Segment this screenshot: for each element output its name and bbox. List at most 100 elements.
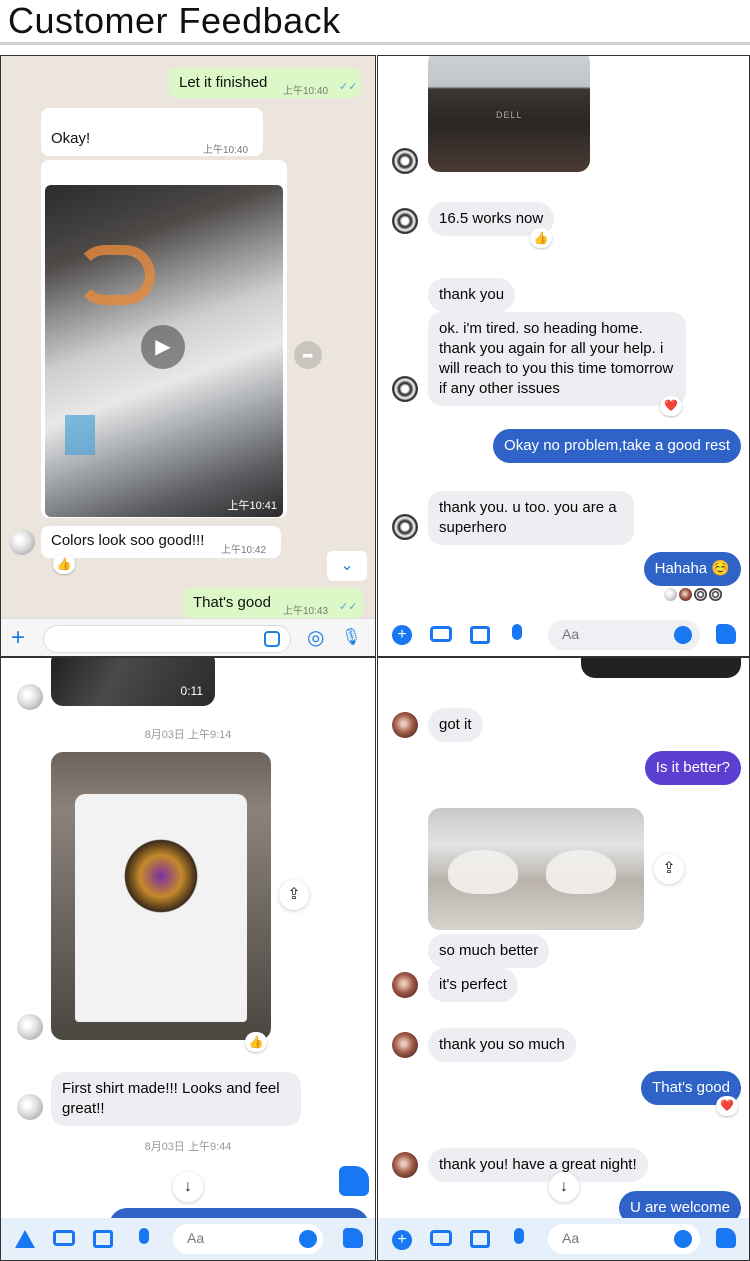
message-bubble-outgoing: Let it finished	[169, 68, 361, 98]
play-icon[interactable]: ▶	[141, 325, 185, 369]
video-message[interactable]: ▶ 上午10:41	[41, 160, 287, 518]
message-text: Colors look soo good!!!	[51, 532, 205, 549]
mic-icon[interactable]	[139, 1228, 149, 1244]
message-text: thank you	[439, 286, 505, 303]
message-text: so much better	[439, 942, 539, 959]
message-input[interactable]	[43, 625, 291, 653]
scroll-down-icon[interactable]: ↓	[173, 1172, 203, 1202]
message-text: it's perfect	[439, 976, 507, 993]
camera-icon[interactable]	[430, 626, 452, 642]
contact-avatar	[17, 1094, 43, 1120]
page-title: Customer Feedback	[8, 0, 341, 41]
read-receipts	[664, 588, 734, 602]
shirt-print	[119, 834, 203, 918]
thumbs-up-reaction-icon: 👍	[245, 1032, 267, 1052]
message-bubble-outgoing: Hahaha ☺️	[643, 552, 741, 586]
tshirt-photo[interactable]	[51, 752, 271, 1040]
camera-icon[interactable]	[430, 1230, 452, 1246]
message-bubble-incoming: thank you so much	[428, 1028, 576, 1062]
mic-icon[interactable]: 🎙	[341, 628, 361, 648]
message-text: thank you. u too. you are a superhero	[439, 499, 617, 536]
seen-avatar	[709, 588, 722, 601]
read-ticks-icon: ✓✓	[339, 601, 358, 613]
print-design	[448, 850, 518, 894]
contact-avatar	[392, 376, 418, 402]
thumbs-up-icon[interactable]	[343, 1228, 363, 1248]
video-duration: 0:11	[180, 684, 203, 698]
message-bubble-outgoing: Is it better?	[644, 751, 741, 785]
composer-bar: + Aa	[378, 616, 749, 656]
message-text: Is it better?	[655, 759, 730, 776]
share-icon[interactable]: ⇪	[279, 880, 309, 910]
composer-bar: + ◎ 🎙	[1, 618, 375, 656]
monitor-brand: DELL	[496, 110, 523, 120]
print-sample-photo[interactable]	[428, 808, 644, 930]
scroll-down-icon[interactable]: ↓	[549, 1172, 579, 1202]
camera-icon[interactable]	[53, 1230, 75, 1246]
print-design	[75, 245, 155, 305]
contact-avatar	[392, 514, 418, 540]
monitor-photo[interactable]: DELL	[428, 56, 590, 172]
message-text: 16.5 works now	[439, 210, 544, 227]
tshirt-image	[75, 794, 247, 1022]
page-header: Customer Feedback	[0, 0, 750, 48]
thumbs-up-icon[interactable]	[716, 1228, 736, 1248]
contact-avatar	[392, 208, 418, 234]
mic-icon[interactable]	[514, 1228, 524, 1244]
emoji-icon[interactable]	[299, 1230, 317, 1248]
message-bubble-incoming: First shirt made!!! Looks and feel great…	[51, 1072, 301, 1126]
plus-icon[interactable]: +	[392, 625, 412, 645]
thumbs-up-icon[interactable]	[716, 624, 736, 644]
camera-icon[interactable]: ◎	[307, 628, 324, 648]
video-thumbnail[interactable]: ▶ 上午10:41	[45, 185, 283, 517]
video-thumbnail[interactable]: 0:11	[51, 658, 215, 706]
emoji-icon[interactable]	[674, 1230, 692, 1248]
emoji-icon[interactable]	[674, 626, 692, 644]
gallery-icon[interactable]	[470, 626, 490, 644]
heart-reaction-icon: ❤️	[716, 1096, 738, 1116]
message-bubble-incoming: got it	[428, 708, 483, 742]
thumbs-up-icon	[339, 1166, 369, 1196]
message-text: U are welcome	[629, 1199, 730, 1216]
share-icon[interactable]: ⇪	[654, 854, 684, 884]
contact-avatar	[392, 148, 418, 174]
message-text: Let it finished	[179, 74, 268, 91]
mic-icon[interactable]	[512, 624, 522, 640]
message-time: 上午10:43	[283, 606, 329, 617]
contact-avatar	[392, 1152, 418, 1178]
thumbs-up-reaction-icon: 👍	[53, 554, 75, 574]
gallery-icon[interactable]	[93, 1230, 113, 1248]
whatsapp-chat-panel: Let it finished 上午10:40 ✓✓ Okay! 上午10:40…	[0, 55, 376, 657]
messenger-chat-panel-1: DELL 16.5 works now 👍 thank you ok. i'm …	[377, 55, 750, 657]
plus-icon[interactable]: +	[392, 1230, 412, 1250]
scroll-down-icon[interactable]: ⌄	[327, 551, 367, 581]
contact-avatar	[17, 1014, 43, 1040]
contact-avatar	[9, 529, 35, 555]
message-bubble-incoming: ok. i'm tired. so heading home. thank yo…	[428, 312, 686, 406]
header-divider	[0, 42, 750, 45]
message-text: ok. i'm tired. so heading home. thank yo…	[439, 320, 674, 397]
message-bubble-incoming: thank you	[428, 278, 516, 312]
message-text: thank you! have a great night!	[439, 1156, 637, 1173]
sticker-icon[interactable]	[264, 631, 280, 647]
message-text: got it	[439, 716, 472, 733]
message-text: First shirt made!!! Looks and feel great…	[62, 1080, 280, 1117]
message-bubble-incoming: so much better	[428, 934, 550, 968]
message-bubble-outgoing: That's good	[183, 588, 363, 618]
message-time: 上午10:40	[283, 86, 329, 97]
composer-bar: + Aa	[378, 1218, 749, 1260]
message-text: Hahaha ☺️	[654, 560, 730, 577]
message-text: Okay!	[51, 130, 91, 147]
thumbs-up-reaction-icon: 👍	[530, 228, 552, 248]
media-message[interactable]	[581, 658, 741, 678]
forward-icon[interactable]: ➦	[294, 341, 322, 369]
message-bubble-outgoing: Okay no problem,take a good rest	[493, 429, 741, 463]
message-bubble-incoming: thank you. u too. you are a superhero	[428, 491, 634, 545]
gallery-icon[interactable]	[470, 1230, 490, 1248]
message-bubble-incoming: it's perfect	[428, 968, 518, 1002]
seen-avatar	[694, 588, 707, 601]
message-text: That's good	[193, 594, 271, 611]
message-text: thank you so much	[439, 1036, 565, 1053]
send-location-icon[interactable]	[15, 1230, 35, 1248]
plus-icon[interactable]: +	[11, 626, 25, 650]
